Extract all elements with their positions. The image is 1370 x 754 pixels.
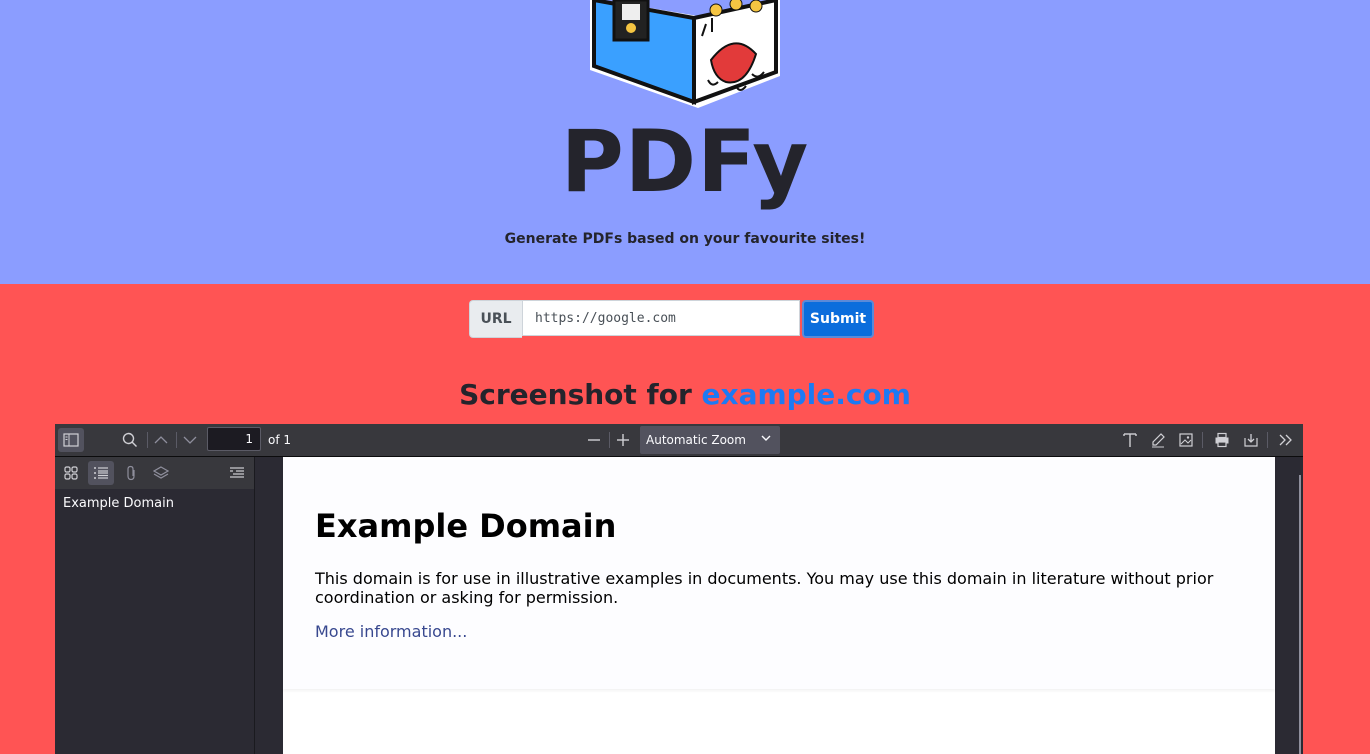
toolbar-divider: [1267, 432, 1268, 448]
screenshot-heading: Screenshot for example.com: [0, 378, 1370, 411]
previous-page-icon[interactable]: [148, 428, 174, 452]
url-form: URL https://google.com Submit: [469, 300, 874, 338]
outline-icon[interactable]: [88, 461, 114, 485]
more-information-link[interactable]: More information...: [315, 622, 467, 641]
thumbnails-icon[interactable]: [58, 461, 84, 485]
zoom-select[interactable]: Automatic Zoom: [640, 426, 780, 454]
pdf-toolbar: 1 of 1 Automatic Zoom: [55, 424, 1303, 457]
page-number-input[interactable]: 1: [207, 427, 261, 451]
image-tool-icon[interactable]: [1173, 428, 1199, 452]
document-paragraph: This domain is for use in illustrative e…: [315, 569, 1214, 607]
page-count-label: of 1: [268, 433, 292, 447]
screenshot-heading-prefix: Screenshot for: [459, 378, 692, 411]
pdf-page-content: Example Domain This domain is for use in…: [283, 457, 1275, 689]
submit-button[interactable]: Submit: [802, 300, 874, 338]
pdf-document-area: Example Domain This domain is for use in…: [255, 457, 1303, 754]
next-page-icon[interactable]: [177, 428, 203, 452]
sidebar-toggle-icon[interactable]: [58, 428, 84, 452]
pdf-page: Example Domain This domain is for use in…: [283, 457, 1275, 754]
search-icon[interactable]: [117, 428, 143, 452]
current-outline-item-icon[interactable]: [224, 461, 250, 485]
app-title: PDFy: [560, 112, 810, 212]
document-heading: Example Domain: [315, 507, 617, 545]
pdf-sidebar: Example Domain: [55, 457, 255, 754]
toolbar-divider: [1202, 432, 1203, 448]
layers-icon[interactable]: [148, 461, 174, 485]
download-icon[interactable]: [1238, 428, 1264, 452]
sidebar-toolbar: [55, 457, 254, 489]
more-tools-icon[interactable]: [1273, 428, 1299, 452]
draw-pen-icon[interactable]: [1145, 428, 1171, 452]
attachments-icon[interactable]: [118, 461, 144, 485]
app-tagline: Generate PDFs based on your favourite si…: [504, 231, 866, 247]
vertical-scrollbar[interactable]: [1299, 475, 1301, 754]
text-tool-icon[interactable]: [1117, 428, 1143, 452]
vending-machine-logo: [586, 0, 782, 112]
url-label: URL: [469, 300, 522, 338]
outline-item[interactable]: Example Domain: [63, 496, 174, 511]
zoom-in-icon[interactable]: [610, 428, 636, 452]
url-input[interactable]: https://google.com: [522, 300, 800, 336]
print-icon[interactable]: [1209, 428, 1235, 452]
screenshot-domain-link[interactable]: example.com: [702, 378, 911, 411]
hero-section: PDFy Generate PDFs based on your favouri…: [0, 0, 1370, 284]
chevron-down-icon: [760, 432, 772, 444]
zoom-select-value: Automatic Zoom: [646, 433, 746, 447]
zoom-out-icon[interactable]: [581, 428, 607, 452]
pdf-viewer: 1 of 1 Automatic Zoom Example Domain Exa…: [55, 424, 1303, 754]
